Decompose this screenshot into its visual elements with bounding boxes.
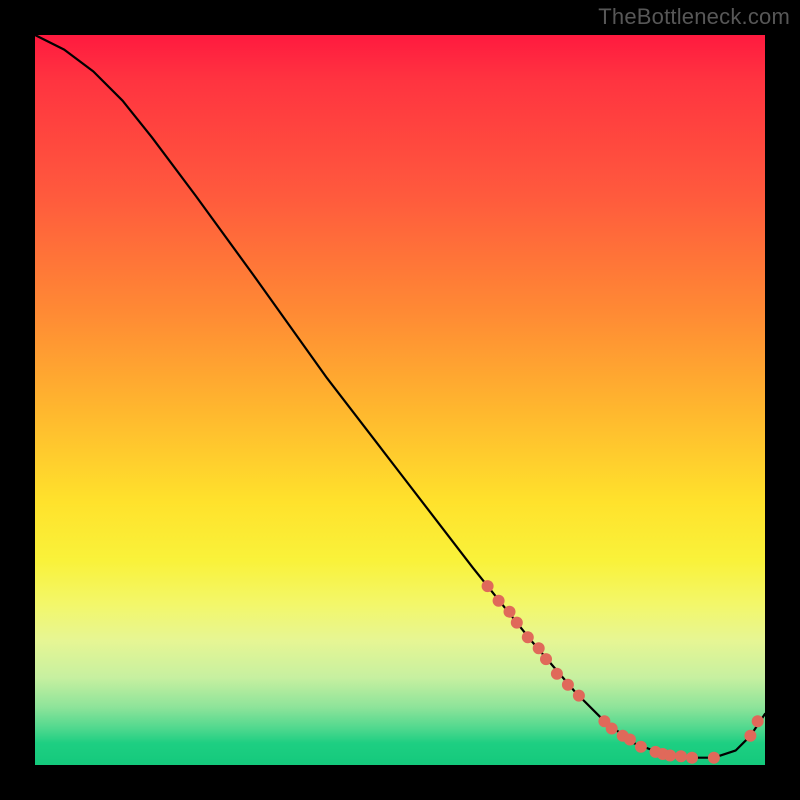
scatter-dot	[635, 741, 647, 753]
scatter-dot	[522, 631, 534, 643]
scatter-dot	[686, 752, 698, 764]
scatter-dot	[540, 653, 552, 665]
scatter-dot	[573, 690, 585, 702]
scatter-dots	[482, 580, 764, 764]
scatter-dot	[744, 730, 756, 742]
scatter-dot	[504, 606, 516, 618]
bottleneck-curve	[35, 35, 765, 758]
scatter-dot	[708, 752, 720, 764]
scatter-dot	[606, 723, 618, 735]
plot-area	[35, 35, 765, 765]
scatter-dot	[482, 580, 494, 592]
chart-frame: TheBottleneck.com	[0, 0, 800, 800]
scatter-dot	[511, 617, 523, 629]
watermark-text: TheBottleneck.com	[598, 4, 790, 30]
scatter-dot	[533, 642, 545, 654]
scatter-dot	[562, 679, 574, 691]
chart-svg	[35, 35, 765, 765]
scatter-dot	[551, 668, 563, 680]
scatter-dot	[664, 750, 676, 762]
scatter-dot	[752, 715, 764, 727]
scatter-dot	[493, 595, 505, 607]
scatter-dot	[624, 734, 636, 746]
scatter-dot	[675, 750, 687, 762]
